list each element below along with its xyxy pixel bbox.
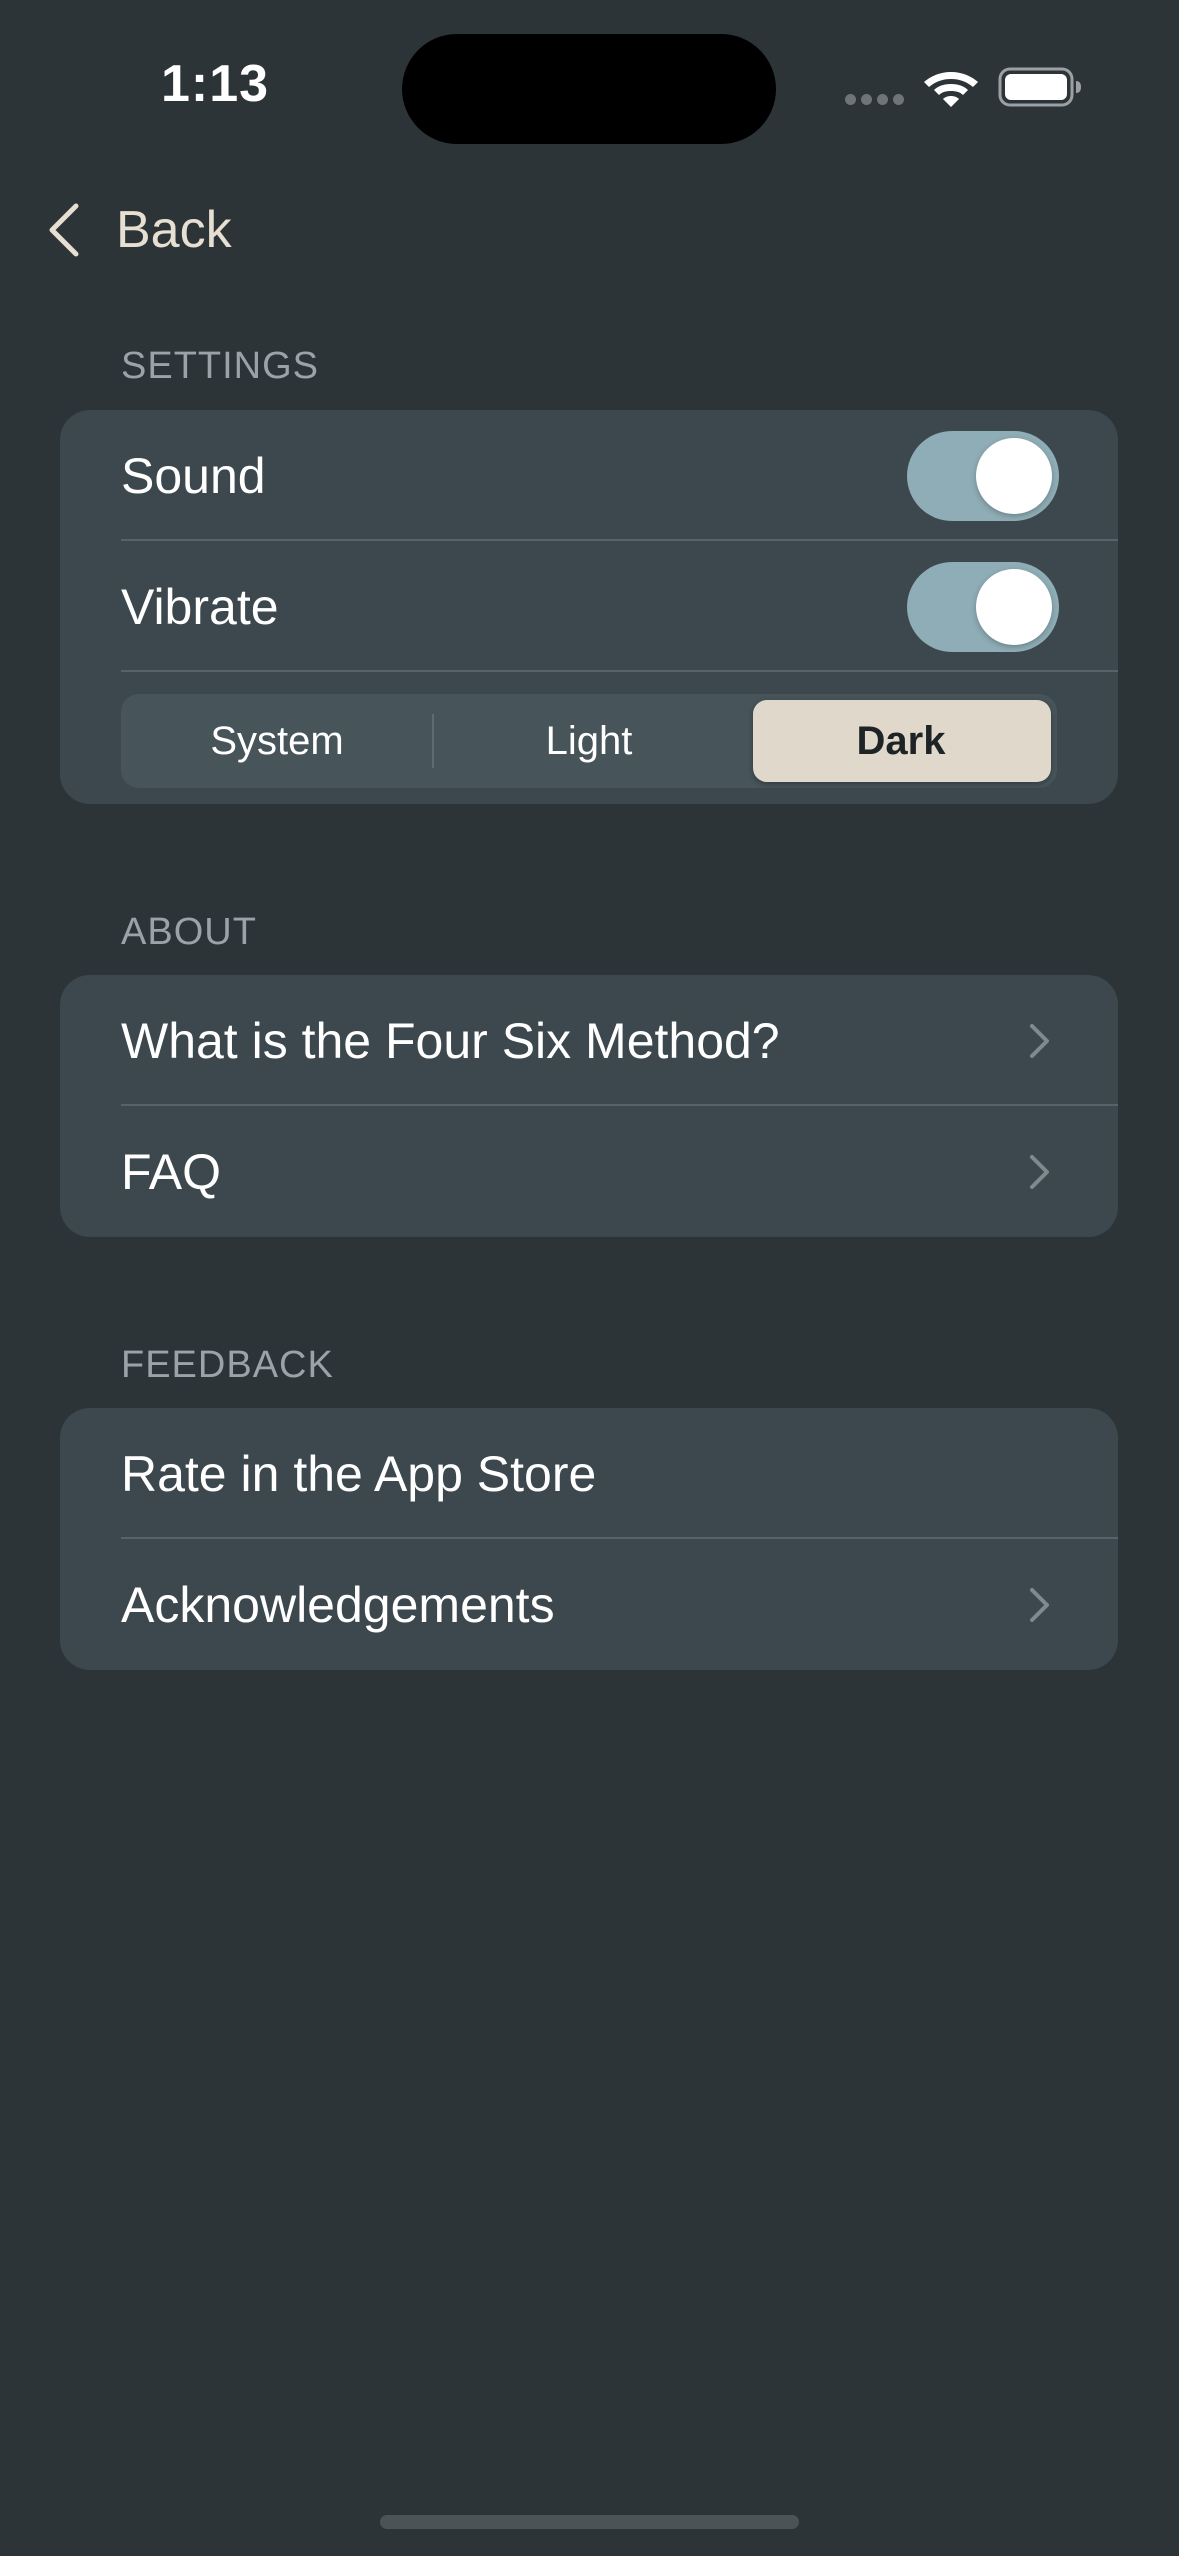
sound-row: Sound: [60, 410, 1118, 541]
cellular-signal-icon: [845, 94, 905, 106]
appearance-segmented-control: System Light Dark: [121, 694, 1057, 788]
divider: [121, 670, 1118, 672]
dynamic-island: [402, 34, 776, 144]
vibrate-label: Vibrate: [121, 578, 279, 635]
appearance-row: System Light Dark: [60, 672, 1118, 804]
chevron-right-icon: [1030, 1154, 1049, 1189]
vibrate-row: Vibrate: [60, 541, 1118, 672]
sound-toggle[interactable]: [907, 430, 1059, 521]
toggle-knob: [976, 437, 1052, 514]
back-label: Back: [116, 201, 232, 259]
battery-icon: [998, 67, 1081, 107]
rate-app-store-label: Rate in the App Store: [121, 1445, 597, 1502]
sound-label: Sound: [121, 447, 266, 504]
chevron-right-icon: [1030, 1023, 1049, 1058]
about-section-header: ABOUT: [121, 911, 257, 953]
status-time: 1:13: [160, 55, 270, 113]
segment-system[interactable]: System: [121, 694, 433, 788]
vibrate-toggle[interactable]: [907, 561, 1059, 652]
settings-section-header: SETTINGS: [121, 345, 320, 387]
four-six-method-label: What is the Four Six Method?: [121, 1012, 780, 1069]
chevron-right-icon: [1030, 1587, 1049, 1622]
acknowledgements-row[interactable]: Acknowledgements: [60, 1539, 1118, 1670]
about-four-six-row[interactable]: What is the Four Six Method?: [60, 975, 1118, 1106]
settings-card: Sound Vibrate System Light Dark: [60, 410, 1118, 804]
about-card: What is the Four Six Method? FAQ: [60, 975, 1118, 1237]
segment-dark[interactable]: Dark: [745, 694, 1057, 788]
feedback-card: Rate in the App Store Acknowledgements: [60, 1408, 1118, 1670]
home-indicator[interactable]: [380, 2515, 799, 2529]
wifi-icon: [924, 72, 978, 107]
faq-label: FAQ: [121, 1143, 222, 1200]
status-bar: 1:13: [0, 0, 1179, 160]
segment-light[interactable]: Light: [433, 694, 745, 788]
acknowledgements-label: Acknowledgements: [121, 1576, 555, 1633]
rate-app-store-row[interactable]: Rate in the App Store: [60, 1408, 1118, 1539]
feedback-section-header: FEEDBACK: [121, 1344, 334, 1386]
back-button[interactable]: Back: [44, 190, 232, 270]
chevron-left-icon: [49, 203, 79, 257]
toggle-knob: [976, 568, 1052, 645]
about-faq-row[interactable]: FAQ: [60, 1106, 1118, 1237]
